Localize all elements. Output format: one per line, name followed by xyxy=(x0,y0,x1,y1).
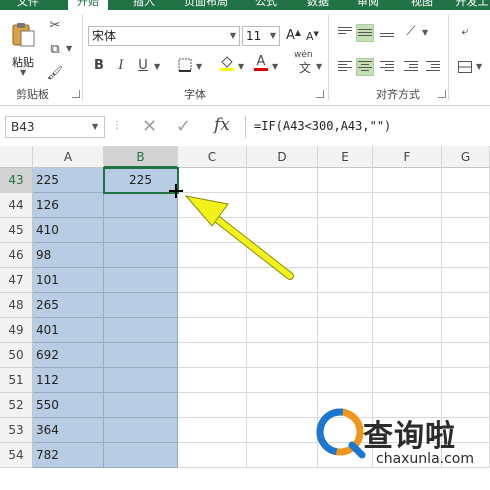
yellow-arrow-icon xyxy=(184,195,294,280)
watermark-text: 查询啦 xyxy=(363,419,456,454)
watermark-url: chaxunla.com xyxy=(376,451,474,467)
watermark-logo-icon xyxy=(316,408,366,459)
crosshair-cursor-icon xyxy=(169,184,183,198)
